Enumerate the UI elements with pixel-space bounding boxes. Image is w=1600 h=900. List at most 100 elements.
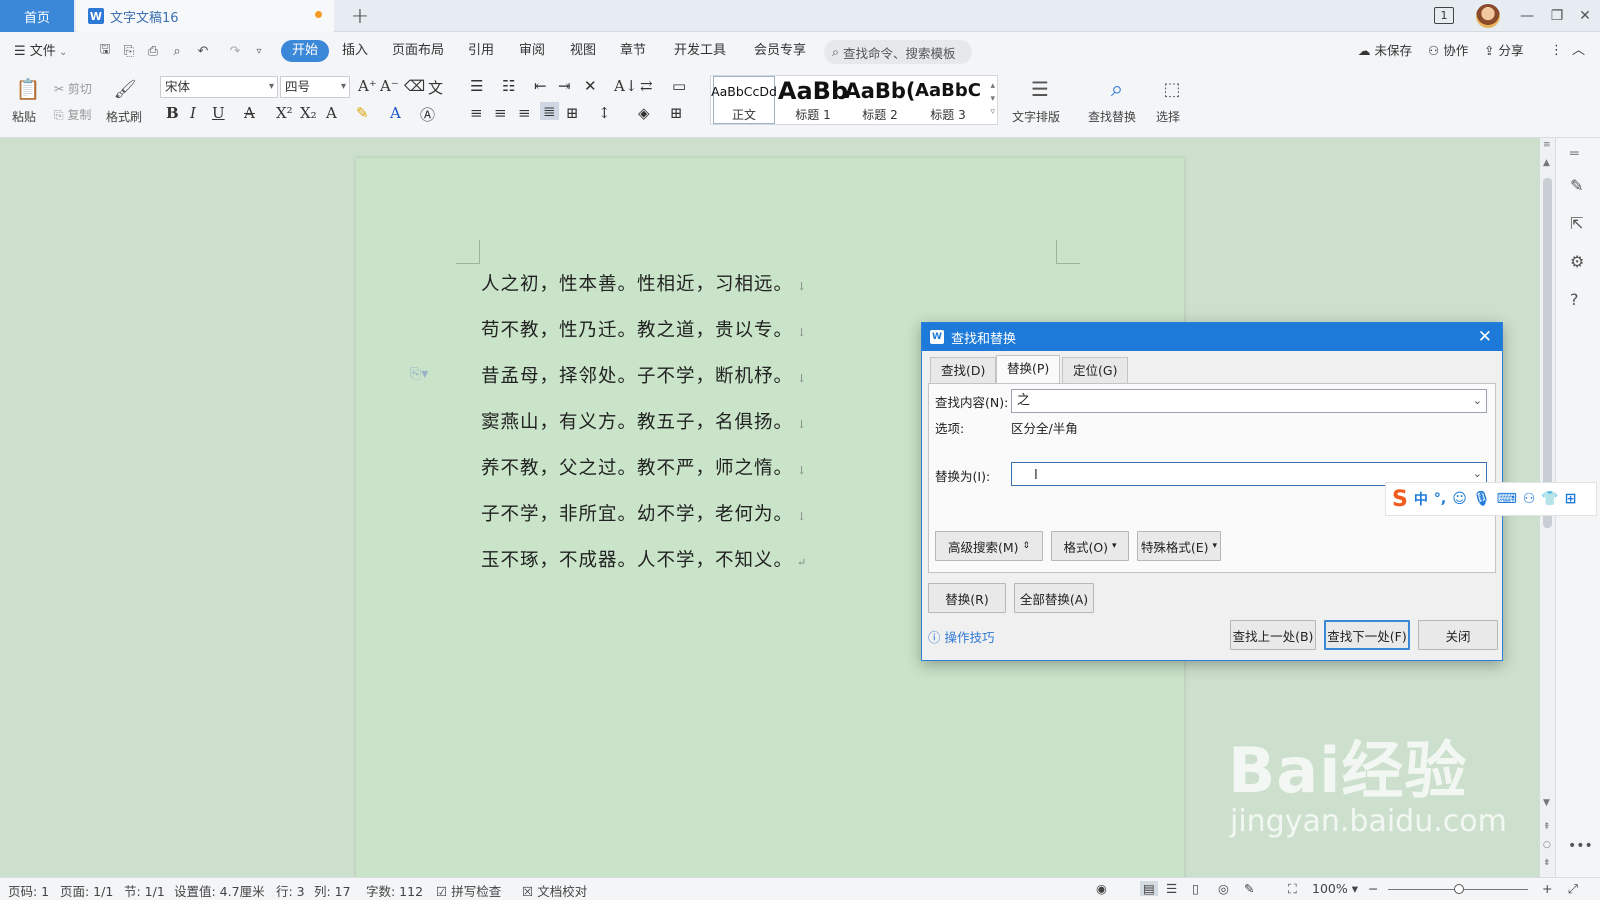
status-page-code[interactable]: 页码: 1 <box>8 881 49 900</box>
text-layout-icon[interactable]: ☰ <box>1028 76 1052 102</box>
style-heading2[interactable]: AaBb( 标题 2 <box>844 76 915 124</box>
shrink-font-icon[interactable]: A⁻ <box>380 77 399 95</box>
scroll-down-icon[interactable]: ▼ <box>1543 798 1550 808</box>
align-left-icon[interactable]: ≡ <box>470 104 483 122</box>
status-setting[interactable]: 设置值: 4.7厘米 <box>174 881 265 900</box>
tab-goto[interactable]: 定位(G) <box>1062 357 1129 383</box>
output-pdf-icon[interactable]: ⎘ <box>120 42 138 60</box>
bullet-list-icon[interactable]: ☰ <box>470 77 483 95</box>
superscript-icon[interactable]: X² <box>276 104 293 122</box>
replace-all-button[interactable]: 全部替换(A) <box>1014 583 1094 613</box>
more-dots-icon[interactable]: ••• <box>1568 838 1593 854</box>
special-format-button[interactable]: 特殊格式(E) ▾ <box>1137 531 1221 561</box>
punctuation-icon[interactable]: °, <box>1434 491 1446 507</box>
menu-member[interactable]: 会员专享 <box>754 40 806 62</box>
status-col[interactable]: 列: 17 <box>314 881 351 900</box>
cursor-select-icon[interactable]: ⇱ <box>1570 214 1583 233</box>
zoom-slider-handle[interactable] <box>1454 884 1464 894</box>
menu-references[interactable]: 引用 <box>468 40 494 62</box>
scrollbar-thumb[interactable] <box>1543 178 1552 528</box>
clear-format-icon[interactable]: ⌫ <box>404 77 425 95</box>
reading-view-icon[interactable]: ▯ <box>1192 881 1199 896</box>
window-count-badge[interactable]: 1 <box>1434 7 1454 24</box>
font-name-select[interactable]: 宋体 <box>160 76 278 98</box>
menu-developer[interactable]: 开发工具 <box>674 40 726 62</box>
justify-icon[interactable]: ≣ <box>540 102 559 120</box>
status-word-count[interactable]: 字数: 112 <box>366 881 423 900</box>
text-layout-label[interactable]: 文字排版 <box>1012 108 1060 125</box>
document-line[interactable]: 窦燕山，有义方。教五子，名俱扬。 ↓ <box>481 408 807 434</box>
paste-label[interactable]: 粘贴 <box>12 108 36 125</box>
find-replace-icon[interactable]: ⌕ <box>1104 76 1130 102</box>
format-button[interactable]: 格式(O) ▾ <box>1051 531 1129 561</box>
copy-button[interactable]: ⎘ 复制 <box>54 106 91 123</box>
format-painter-icon[interactable]: 🖌 <box>114 76 137 102</box>
scroll-top-icon[interactable]: ≡ <box>1543 140 1551 150</box>
document-line[interactable]: 子不学，非所宜。幼不学，老何为。 ↓ <box>481 500 807 526</box>
find-previous-button[interactable]: 查找上一处(B) <box>1230 620 1316 650</box>
collapse-ribbon-icon[interactable]: ︿ <box>1572 40 1585 62</box>
command-search[interactable]: ⌕ 查找命令、搜索模板 <box>824 40 972 64</box>
document-line[interactable]: 玉不琢，不成器。人不学，不知义。 ↵ <box>481 546 807 572</box>
style-normal[interactable]: AaBbCcDd 正文 <box>711 76 777 124</box>
undo-icon[interactable]: ↶ <box>194 42 212 60</box>
dialog-title-bar[interactable]: W 查找和替换 ✕ <box>922 323 1502 351</box>
dialog-close-button[interactable]: 关闭 <box>1418 620 1498 650</box>
grow-font-icon[interactable]: A⁺ <box>358 77 377 95</box>
status-row[interactable]: 行: 3 <box>276 881 305 900</box>
zoom-in-icon[interactable]: + <box>1542 881 1552 896</box>
style-heading3[interactable]: AaBbC 标题 3 <box>915 76 981 124</box>
increase-indent-icon[interactable]: ⇥ <box>558 77 571 95</box>
text-effect-icon[interactable]: A <box>326 104 337 122</box>
select-icon[interactable]: ⬚ <box>1160 76 1184 102</box>
scroll-up-icon[interactable]: ▲ <box>1543 158 1550 168</box>
document-line[interactable]: 人之初，性本善。性相近，习相远。 ↓ <box>481 270 807 296</box>
new-tab-button[interactable]: + <box>348 3 372 29</box>
user-icon[interactable]: ⚇ <box>1523 491 1536 507</box>
save-icon[interactable]: 🖫 <box>96 42 114 60</box>
spell-check-toggle[interactable]: ☑ 拼写检查 <box>436 881 501 900</box>
quick-access-dropdown-icon[interactable]: ▿ <box>252 42 266 60</box>
highlight-icon[interactable]: ✎ <box>356 104 369 122</box>
more-icon[interactable]: ⋮ <box>1550 40 1563 62</box>
menu-view[interactable]: 视图 <box>570 40 596 62</box>
microphone-icon[interactable]: 🎙 <box>1473 491 1491 507</box>
dialog-close-icon[interactable]: ✕ <box>1478 327 1492 347</box>
minimize-icon[interactable]: — <box>1512 0 1542 32</box>
tab-find[interactable]: 查找(D) <box>930 357 997 383</box>
menu-start[interactable]: 开始 <box>281 40 330 62</box>
print-icon[interactable]: ⎙ <box>144 42 162 60</box>
style-heading1[interactable]: AaBb 标题 1 <box>778 76 848 124</box>
cut-button[interactable]: ✂ 剪切 <box>54 80 92 97</box>
numbered-list-icon[interactable]: ☷ <box>502 77 515 95</box>
font-size-select[interactable]: 四号 <box>280 76 350 98</box>
align-right-icon[interactable]: ≡ <box>518 104 531 122</box>
chevron-down-icon[interactable]: ⌄ <box>1473 390 1482 412</box>
paste-icon[interactable]: 📋 <box>16 76 41 102</box>
fullscreen-icon[interactable]: ⤢ <box>1568 881 1578 897</box>
user-avatar[interactable] <box>1476 4 1500 28</box>
find-replace-label[interactable]: 查找替换 <box>1088 108 1136 125</box>
decrease-indent-icon[interactable]: ⇤ <box>534 77 547 95</box>
tab-replace[interactable]: 替换(P) <box>996 355 1061 384</box>
find-next-button[interactable]: 查找下一处(F) <box>1324 620 1410 650</box>
align-center-icon[interactable]: ≡ <box>494 104 507 122</box>
unsaved-status[interactable]: ☁ 未保存 <box>1358 40 1412 62</box>
underline-icon[interactable]: U <box>212 104 225 122</box>
redo-icon[interactable]: ↷ <box>226 42 244 60</box>
restore-icon[interactable]: ❐ <box>1542 0 1572 32</box>
menu-chapter[interactable]: 章节 <box>620 40 646 62</box>
show-marks-icon[interactable]: ⇄ <box>640 77 653 95</box>
advanced-search-button[interactable]: 高级搜索(M) ⇕ <box>935 531 1043 561</box>
outline-view-icon[interactable]: ☰ <box>1166 881 1177 896</box>
toolbox-grid-icon[interactable]: ⊞ <box>1565 491 1577 507</box>
strikethrough-icon[interactable]: A <box>244 104 255 122</box>
format-painter-label[interactable]: 格式刷 <box>106 108 142 125</box>
menu-insert[interactable]: 插入 <box>342 40 368 62</box>
font-color-icon[interactable]: A <box>390 104 401 122</box>
emoji-icon[interactable]: ☺ <box>1452 491 1467 507</box>
edit-pen-icon[interactable]: ✎ <box>1570 176 1583 195</box>
share-button[interactable]: ⇪ 分享 <box>1484 40 1523 62</box>
web-view-icon[interactable]: ◎ <box>1218 881 1229 896</box>
table-draw-icon[interactable]: ▭ <box>672 77 686 95</box>
